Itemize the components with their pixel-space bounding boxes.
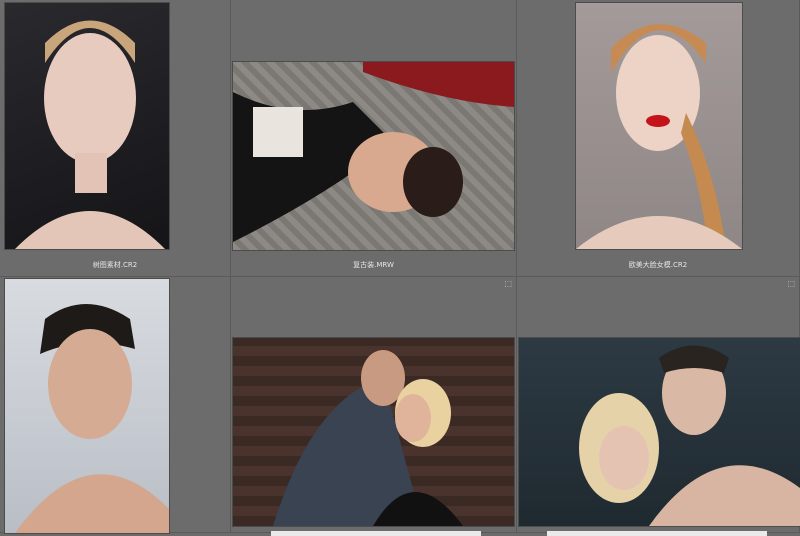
thumbnail-cell[interactable] [0,277,231,533]
male-portrait-photo-thumbnail[interactable] [5,279,169,533]
couple-photo-image [579,345,800,526]
thumbnail-cell[interactable]: 复古装.MRW [231,0,517,277]
portrait-photo-image [15,20,165,249]
couple-photo-image [273,350,463,526]
portrait-photo-thumbnail[interactable] [5,3,169,249]
vintage-costume-photo-image [233,62,514,242]
thumbnail-cell[interactable]: 树图素材.CR2 [0,0,231,277]
flag-icon[interactable]: ⬚ [504,280,512,288]
couple-photo-thumbnail[interactable] [233,338,514,526]
flag-icon[interactable]: ⬚ [787,280,795,288]
thumbnail-cell[interactable]: ⬚ [231,277,517,536]
thumbnail-selection-strip [547,531,767,536]
portrait-photo-thumbnail[interactable] [576,3,742,249]
thumbnail-filename: 欧美大脸女模.CR2 [628,261,688,269]
vintage-costume-photo-thumbnail[interactable] [233,62,514,250]
thumbnail-filename: 树图素材.CR2 [92,261,138,269]
portrait-photo-image [576,24,742,249]
male-portrait-photo-image [15,304,169,533]
thumbnail-cell[interactable]: 欧美大脸女模.CR2 [517,0,800,277]
thumbnail-cell[interactable]: ⬚ [517,277,800,536]
thumbnail-selection-strip [271,531,481,536]
couple-photo-thumbnail[interactable] [519,338,800,526]
thumbnail-grid: 树图素材.CR2 复古装.MRW 欧美大脸女模.CR2 ⬚ ⬚ [0,0,800,536]
thumbnail-filename: 复古装.MRW [353,261,394,269]
